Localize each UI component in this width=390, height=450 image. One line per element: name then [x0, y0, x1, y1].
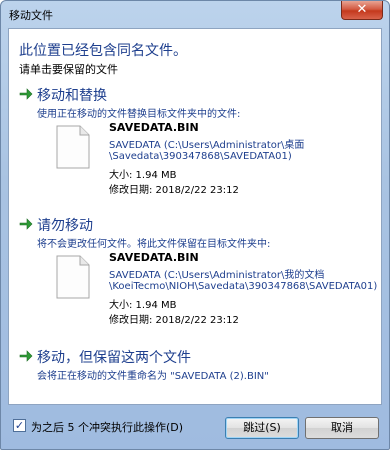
option-description: 使用正在移动的文件替换目标文件夹中的文件: — [37, 109, 241, 120]
file-path: \Savedata\390347868\SAVEDATA01) — [109, 151, 292, 162]
title-bar[interactable]: 移动文件 ✕ — [1, 1, 389, 27]
file-icon — [56, 255, 90, 299]
option-description: 会将正在移动的文件重命名为 "SAVEDATA (2).BIN" — [37, 371, 269, 382]
file-path: \KoeiTecmo\NIOH\Savedata\390347868\SAVED… — [109, 281, 378, 292]
dialog-content: 此位置已经包含同名文件。 请单击要保留的文件 移动和替换 使用正在移动的文件替换… — [8, 28, 382, 405]
file-icon — [56, 125, 90, 169]
file-name: SAVEDATA.BIN — [109, 121, 199, 134]
option-title: 请勿移动 — [37, 218, 93, 234]
option-keep-both[interactable]: 移动，但保留这两个文件 会将正在移动的文件重命名为 "SAVEDATA (2).… — [17, 347, 373, 387]
skip-button[interactable]: 跳过(S) — [225, 417, 299, 439]
window-title: 移动文件 — [9, 9, 53, 22]
apply-to-all-checkbox[interactable]: ✓ — [13, 419, 26, 432]
green-arrow-icon — [19, 218, 33, 230]
green-arrow-icon — [19, 88, 33, 100]
option-move-and-replace[interactable]: 移动和替换 使用正在移动的文件替换目标文件夹中的文件: SAVEDATA.BIN… — [17, 85, 373, 205]
option-do-not-move[interactable]: 请勿移动 将不会更改任何文件。将此文件保留在目标文件夹中: SAVEDATA.B… — [17, 215, 377, 335]
dialog-heading: 此位置已经包含同名文件。 — [19, 43, 187, 59]
close-button[interactable]: ✕ — [341, 1, 383, 20]
file-path: SAVEDATA (C:\Users\Administrator\桌面 — [109, 140, 305, 151]
file-details: SAVEDATA.BIN SAVEDATA (C:\Users\Administ… — [109, 251, 377, 326]
option-description: 将不会更改任何文件。将此文件保留在目标文件夹中: — [37, 239, 271, 250]
option-title: 移动和替换 — [37, 88, 107, 104]
file-name: SAVEDATA.BIN — [109, 251, 199, 264]
cancel-button[interactable]: 取消 — [305, 417, 379, 439]
file-path: SAVEDATA (C:\Users\Administrator\我的文档 — [109, 270, 325, 281]
file-modified-date: 修改日期: 2018/2/22 23:12 — [109, 315, 239, 326]
move-file-dialog: 移动文件 ✕ 此位置已经包含同名文件。 请单击要保留的文件 移动和替换 使用正在… — [0, 0, 390, 450]
file-size: 大小: 1.94 MB — [109, 170, 177, 181]
option-title: 移动，但保留这两个文件 — [37, 350, 191, 366]
dialog-footer: ✓ 为之后 5 个冲突执行此操作(D) 跳过(S) 取消 — [1, 405, 389, 449]
dialog-subheading: 请单击要保留的文件 — [19, 63, 118, 76]
apply-to-all-label[interactable]: 为之后 5 个冲突执行此操作(D) — [31, 419, 183, 435]
file-details: SAVEDATA.BIN SAVEDATA (C:\Users\Administ… — [109, 121, 304, 196]
file-modified-date: 修改日期: 2018/2/22 23:12 — [109, 185, 239, 196]
file-size: 大小: 1.94 MB — [109, 300, 177, 311]
green-arrow-icon — [19, 350, 33, 362]
